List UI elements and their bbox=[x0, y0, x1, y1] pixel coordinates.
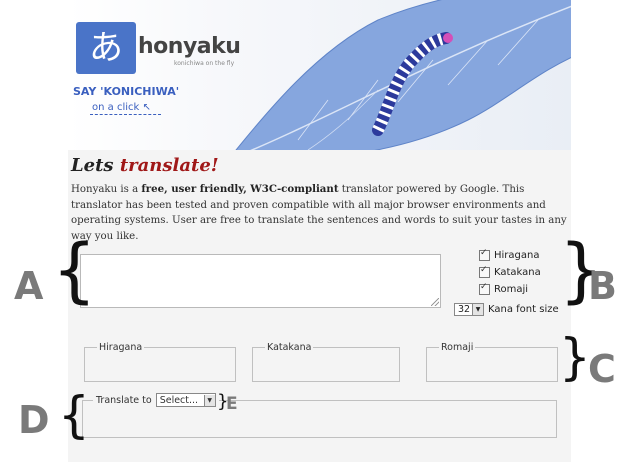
page: あ honyaku konichiwa on the fly SAY 'KONI… bbox=[68, 0, 571, 462]
on-click-link[interactable]: on a click ↖ bbox=[90, 102, 161, 115]
translate-legend: Translate to Select... ▼ bbox=[93, 393, 219, 407]
title-part1: Lets bbox=[71, 155, 120, 176]
dropdown-arrow-icon[interactable]: ▼ bbox=[203, 394, 215, 406]
kana-font-size-label: Kana font size bbox=[488, 303, 559, 315]
hiragana-output-legend: Hiragana bbox=[99, 342, 143, 353]
intro-p1: Honyaku is a bbox=[71, 184, 142, 195]
hiragana-output: Hiragana bbox=[84, 342, 236, 382]
romaji-output: Romaji bbox=[426, 342, 558, 382]
on-click-label: on a click bbox=[92, 102, 140, 113]
romaji-label: Romaji bbox=[494, 284, 529, 295]
katakana-output-legend: Katakana bbox=[267, 342, 312, 353]
brace-d: { bbox=[58, 386, 90, 444]
kana-font-size-control: 32 ▼ Kana font size bbox=[454, 302, 559, 316]
brace-c: } bbox=[559, 328, 591, 386]
logo[interactable]: あ bbox=[76, 22, 136, 74]
annotation-b: B bbox=[588, 264, 617, 308]
header-banner: あ honyaku konichiwa on the fly SAY 'KONI… bbox=[68, 0, 571, 150]
logo-glyph: あ bbox=[89, 28, 123, 68]
annotation-c: C bbox=[588, 347, 616, 391]
translate-language-select[interactable]: Select... ▼ bbox=[155, 393, 216, 407]
leaf-illustration bbox=[235, 0, 571, 150]
tagline: SAY 'KONICHIWA' bbox=[73, 85, 180, 98]
romaji-output-legend: Romaji bbox=[441, 342, 474, 353]
hiragana-checkbox[interactable] bbox=[479, 248, 490, 261]
katakana-output: Katakana bbox=[252, 342, 400, 382]
hiragana-label: Hiragana bbox=[494, 250, 540, 261]
katakana-label: Katakana bbox=[494, 267, 541, 278]
intro-text: Honyaku is a free, user friendly, W3C-co… bbox=[71, 182, 571, 244]
romaji-checkbox[interactable] bbox=[479, 282, 490, 295]
annotation-d: D bbox=[18, 398, 50, 442]
brand-name: honyaku bbox=[138, 34, 241, 59]
kana-font-size-select[interactable]: 32 ▼ bbox=[454, 302, 484, 316]
source-textarea[interactable] bbox=[80, 254, 441, 308]
kana-font-size-value: 32 bbox=[458, 303, 471, 315]
option-romaji[interactable]: Romaji bbox=[479, 282, 529, 295]
option-hiragana[interactable]: Hiragana bbox=[479, 248, 540, 261]
option-katakana[interactable]: Katakana bbox=[479, 265, 541, 278]
annotation-a: A bbox=[14, 264, 44, 308]
brand-subtitle: konichiwa on the fly bbox=[174, 60, 235, 67]
title-part2: translate! bbox=[119, 155, 219, 176]
brace-a: { bbox=[52, 229, 97, 311]
intro-bold: free, user friendly, W3C-compliant bbox=[141, 183, 339, 195]
katakana-checkbox[interactable] bbox=[479, 265, 490, 278]
cursor-icon: ↖ bbox=[142, 102, 151, 113]
dropdown-arrow-icon[interactable]: ▼ bbox=[472, 303, 483, 315]
resize-grip-icon[interactable] bbox=[431, 298, 439, 306]
page-title: Lets translate! bbox=[71, 155, 219, 176]
translate-select-value: Select... bbox=[159, 394, 199, 406]
translate-to-label: Translate to bbox=[96, 394, 152, 406]
annotation-e: E bbox=[226, 394, 238, 414]
translate-panel: Translate to Select... ▼ bbox=[82, 393, 557, 438]
